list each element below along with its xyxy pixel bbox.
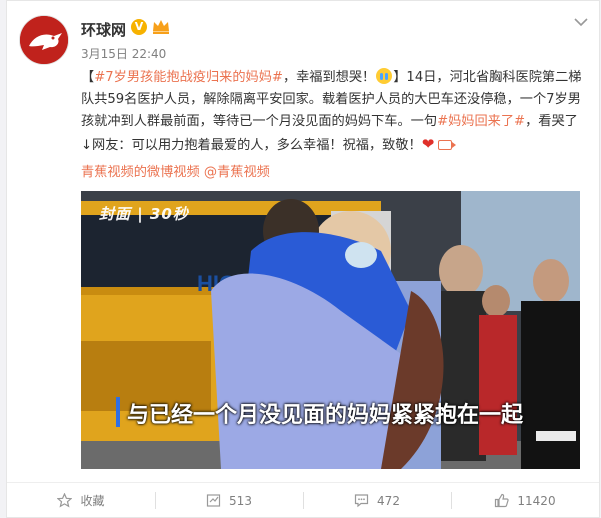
video-watermark: 封面 | 30秒 bbox=[99, 205, 189, 223]
post-text: 【#7岁男孩能抱战疫归来的妈妈#，幸福到想哭！ 】14日，河北省胸科医院第二梯队共… bbox=[81, 67, 586, 157]
v-verified-icon: V bbox=[131, 19, 147, 35]
video-caption: 与已经一个月没见面的妈妈紧紧抱在一起 bbox=[127, 403, 524, 428]
username[interactable]: 环球网 bbox=[81, 19, 126, 40]
like-button[interactable]: 11420 bbox=[451, 483, 599, 518]
weibo-post-card: 环球网 V 3月15日 22:40 【#7岁男孩能抱战疫归来的妈妈#，幸福到想哭… bbox=[6, 0, 600, 518]
action-bar: 收藏 513 472 11420 bbox=[7, 483, 599, 518]
favorite-button[interactable]: 收藏 bbox=[7, 483, 155, 518]
topic-link-mom-back[interactable]: #妈妈回来了# bbox=[437, 114, 525, 129]
more-menu-button[interactable] bbox=[571, 15, 591, 35]
caption-accent-bar bbox=[116, 397, 120, 427]
topic-link-boy-hug[interactable]: #7岁男孩能抱战疫归来的妈妈# bbox=[94, 70, 283, 85]
crown-icon[interactable] bbox=[151, 17, 171, 35]
thumbs-up-icon bbox=[495, 493, 510, 508]
bracket-open: 【 bbox=[81, 70, 95, 85]
heart-emoji-icon: ❤ bbox=[421, 135, 435, 153]
comment-button[interactable]: 472 bbox=[303, 483, 451, 518]
video-player[interactable]: HIG 封面 | 30秒 与已经一个月没见面的妈妈紧紧抱在一起 bbox=[81, 191, 580, 469]
like-count: 11420 bbox=[517, 493, 556, 508]
avatar[interactable] bbox=[19, 15, 69, 65]
huanqiu-logo-icon bbox=[20, 16, 68, 64]
post-time[interactable]: 3月15日 22:40 bbox=[81, 45, 166, 62]
weibo-video-link[interactable]: 青蕉视频的微博视频 bbox=[81, 165, 200, 180]
favorite-label: 收藏 bbox=[80, 494, 105, 508]
comment-count: 472 bbox=[377, 493, 400, 508]
crying-emoji-icon bbox=[376, 68, 393, 84]
source-line: 青蕉视频的微博视频 @青蕉视频 bbox=[81, 161, 270, 180]
video-link-icon bbox=[438, 140, 457, 150]
post-header: 环球网 V 3月15日 22:40 bbox=[19, 15, 589, 65]
mention-qingjiao[interactable]: @青蕉视频 bbox=[204, 165, 270, 180]
text-segment-1: ，幸福到想哭！ bbox=[282, 70, 376, 85]
repost-button[interactable]: 513 bbox=[155, 483, 303, 518]
comment-icon bbox=[354, 494, 369, 508]
repost-count: 513 bbox=[229, 493, 252, 508]
chevron-down-icon bbox=[574, 18, 588, 27]
repost-icon bbox=[206, 494, 221, 507]
star-icon bbox=[57, 493, 73, 508]
